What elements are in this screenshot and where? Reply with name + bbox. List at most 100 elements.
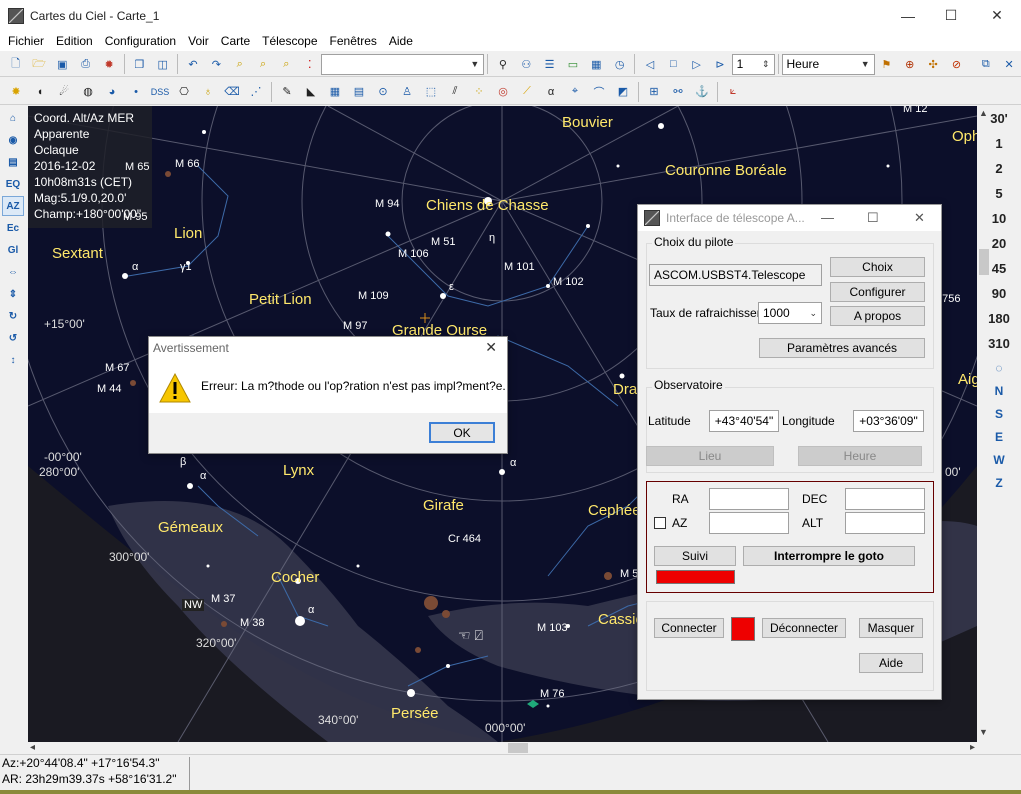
help-button[interactable]: Aide bbox=[859, 653, 923, 673]
clock-face-icon[interactable]: ◌ bbox=[977, 356, 1021, 379]
spinner-icon[interactable]: ⇕ bbox=[762, 59, 770, 70]
menu-edition[interactable]: Edition bbox=[50, 34, 99, 48]
circle-target-icon[interactable]: ◎ bbox=[493, 82, 513, 102]
cardinal-west[interactable]: W bbox=[977, 448, 1021, 471]
horizontal-scrollbar[interactable]: ◂ ▸ bbox=[28, 742, 977, 754]
minimize-button[interactable]: — bbox=[885, 0, 931, 31]
az-projection-button[interactable]: AZ bbox=[2, 196, 24, 216]
hide-button[interactable]: Masquer bbox=[859, 618, 923, 638]
fast-forward-icon[interactable]: ⊳ bbox=[710, 54, 729, 74]
horizontal-scroll-thumb[interactable] bbox=[508, 743, 528, 753]
save-icon[interactable]: ▣ bbox=[53, 54, 72, 74]
close-child-icon[interactable]: ✕ bbox=[999, 54, 1018, 74]
place-button[interactable]: Lieu bbox=[646, 446, 774, 466]
copy-icon[interactable]: ❐ bbox=[130, 54, 149, 74]
camera-icon[interactable]: ⎔ bbox=[174, 82, 194, 102]
dec-field[interactable] bbox=[845, 488, 925, 510]
zoom-level-310[interactable]: 310 bbox=[977, 331, 1021, 356]
latitude-field[interactable]: +43°40'54" bbox=[709, 410, 779, 432]
clock-icon[interactable]: ◷ bbox=[610, 54, 629, 74]
refresh-rate-select[interactable]: 1000 ⌄ bbox=[758, 302, 822, 324]
list-icon[interactable]: ☰ bbox=[540, 54, 559, 74]
advanced-settings-button[interactable]: Paramètres avancés bbox=[759, 338, 925, 358]
label-icon[interactable]: ⌖ bbox=[565, 82, 585, 102]
menu-fenetres[interactable]: Fenêtres bbox=[324, 34, 383, 48]
zoom-level-10[interactable]: 10 bbox=[977, 206, 1021, 231]
close-button[interactable]: ✕ bbox=[974, 0, 1020, 31]
no-entry-icon[interactable]: ⊘ bbox=[947, 54, 966, 74]
longitude-field[interactable]: +03°36'09" bbox=[853, 410, 924, 432]
new-file-icon[interactable]: 🗋 bbox=[6, 54, 25, 74]
dots-icon[interactable]: ⁚ bbox=[300, 54, 319, 74]
binoculars-icon[interactable]: ⚲ bbox=[493, 54, 512, 74]
maximize-button[interactable]: ☐ bbox=[928, 0, 974, 31]
home-icon[interactable]: ⌂ bbox=[2, 108, 24, 128]
cardinal-north[interactable]: N bbox=[977, 379, 1021, 402]
grid-icon[interactable]: ▦ bbox=[325, 82, 345, 102]
user-search-icon[interactable]: ⚇ bbox=[517, 54, 536, 74]
choose-driver-button[interactable]: Choix bbox=[830, 257, 925, 277]
galaxy-icon[interactable]: ◍ bbox=[78, 82, 98, 102]
zoom-level-90[interactable]: 90 bbox=[977, 281, 1021, 306]
track-button[interactable]: Suivi bbox=[654, 546, 736, 566]
scroll-right-icon[interactable]: ▸ bbox=[970, 742, 975, 753]
undo-icon[interactable]: ↶ bbox=[183, 54, 202, 74]
dss-icon[interactable]: DSS bbox=[150, 82, 170, 102]
target-icon[interactable]: ⊕ bbox=[900, 54, 919, 74]
rotate-left-icon[interactable]: ↺ bbox=[2, 328, 24, 348]
planet-icon[interactable]: ◕ bbox=[102, 82, 122, 102]
open-folder-icon[interactable]: 🗁 bbox=[29, 54, 48, 74]
about-button[interactable]: A propos bbox=[830, 306, 925, 326]
nebula-icon[interactable]: ◖ bbox=[30, 82, 50, 102]
zoom-level-5[interactable]: 5 bbox=[977, 181, 1021, 206]
menu-telescope[interactable]: Télescope bbox=[256, 34, 323, 48]
meteor-icon[interactable]: ⟋ bbox=[517, 82, 537, 102]
scroll-up-icon[interactable]: ▲ bbox=[979, 108, 989, 118]
menu-fichier[interactable]: Fichier bbox=[2, 34, 50, 48]
time-button[interactable]: Heure bbox=[798, 446, 922, 466]
cardinal-south[interactable]: S bbox=[977, 402, 1021, 425]
person-icon[interactable]: ♙ bbox=[397, 82, 417, 102]
page-number-field[interactable]: 1 ⇕ bbox=[731, 53, 775, 75]
restore-window-icon[interactable]: ⧉ bbox=[976, 54, 995, 74]
alt-field[interactable] bbox=[845, 512, 925, 534]
menu-aide[interactable]: Aide bbox=[383, 34, 419, 48]
link-icon[interactable]: ⚯ bbox=[668, 82, 688, 102]
print-icon[interactable]: ⎙ bbox=[76, 54, 95, 74]
scroll-left-icon[interactable]: ◂ bbox=[30, 742, 35, 753]
cardinal-zenith[interactable]: Z bbox=[977, 471, 1021, 494]
time-unit-select[interactable]: Heure ▼ bbox=[781, 53, 875, 75]
globe-icon[interactable]: ◉ bbox=[2, 130, 24, 150]
bulb-icon[interactable]: ♁ bbox=[198, 82, 218, 102]
tools-icon[interactable]: ✣ bbox=[923, 54, 942, 74]
zoom-level-2[interactable]: 2 bbox=[977, 156, 1021, 181]
step-back-icon[interactable]: ◁ bbox=[640, 54, 659, 74]
zoom-out-icon[interactable]: ⌕ bbox=[253, 54, 272, 74]
zoom-in-icon[interactable]: ⌕ bbox=[230, 54, 249, 74]
close-icon[interactable]: ✕ bbox=[485, 339, 497, 356]
ra-field[interactable] bbox=[709, 488, 789, 510]
eq-grid-icon[interactable]: ▤ bbox=[349, 82, 369, 102]
redo-icon[interactable]: ↷ bbox=[207, 54, 226, 74]
anchor-icon[interactable]: ⚓ bbox=[692, 82, 712, 102]
zoom-level-1[interactable]: 1 bbox=[977, 131, 1021, 156]
ok-button[interactable]: OK bbox=[429, 422, 495, 443]
obstacle-icon[interactable]: ⟀ bbox=[723, 82, 743, 102]
az-checkbox[interactable] bbox=[654, 517, 666, 529]
contrast-icon[interactable]: ◩ bbox=[613, 82, 633, 102]
eq-projection-button[interactable]: EQ bbox=[2, 174, 24, 194]
compass-icon[interactable]: ⊙ bbox=[373, 82, 393, 102]
scatter-icon[interactable]: ⁘ bbox=[469, 82, 489, 102]
menu-carte[interactable]: Carte bbox=[215, 34, 256, 48]
hiker-icon[interactable]: ⚑ bbox=[877, 54, 896, 74]
vertical-arrows-icon[interactable]: ↕ bbox=[2, 350, 24, 370]
ec-projection-button[interactable]: Ec bbox=[2, 218, 24, 238]
close-icon[interactable]: ✕ bbox=[914, 210, 925, 226]
stars-icon[interactable]: ✸ bbox=[6, 82, 26, 102]
zoom-fit-icon[interactable]: ⌕ bbox=[277, 54, 296, 74]
comet-icon[interactable]: ☄ bbox=[54, 82, 74, 102]
zoom-level-180[interactable]: 180 bbox=[977, 306, 1021, 331]
stop-icon[interactable]: □ bbox=[664, 54, 683, 74]
menu-voir[interactable]: Voir bbox=[182, 34, 215, 48]
disconnect-button[interactable]: Déconnecter bbox=[762, 618, 846, 638]
